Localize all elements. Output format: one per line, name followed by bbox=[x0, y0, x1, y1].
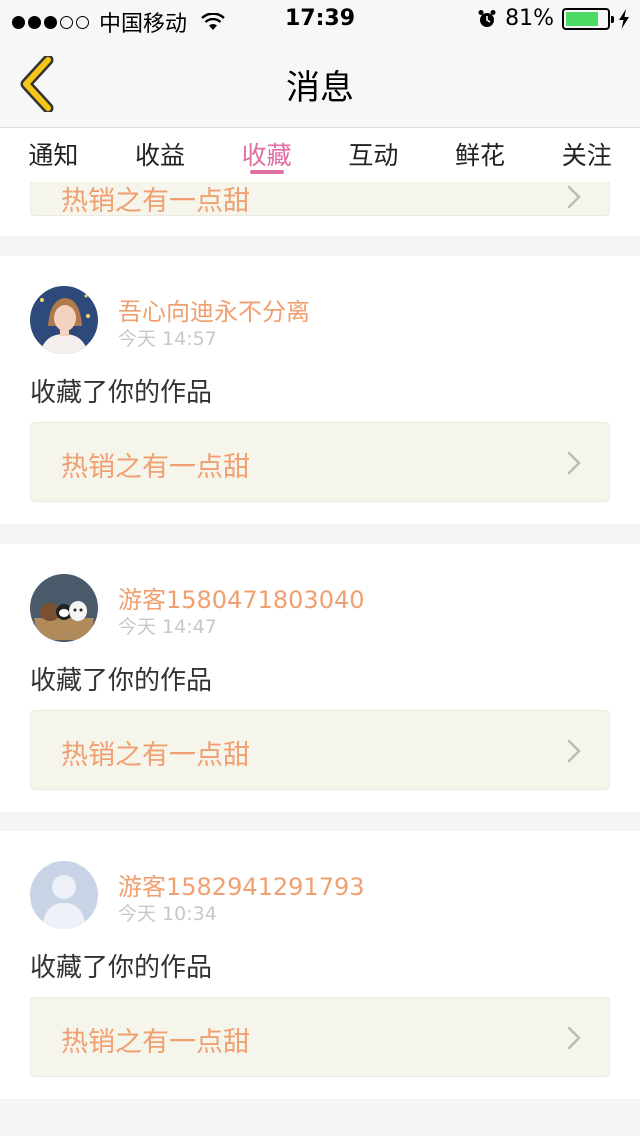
message-list[interactable]: 热销之有一点甜 吾心向迪永不分离 今天 14:57 收藏了你的作品 热销之有一点… bbox=[0, 182, 640, 1136]
chevron-right-icon bbox=[567, 1026, 581, 1050]
work-link[interactable]: 热销之有一点甜 bbox=[30, 710, 610, 790]
work-title: 热销之有一点甜 bbox=[61, 186, 250, 217]
action-text: 收藏了你的作品 bbox=[30, 953, 213, 983]
status-right: 81% bbox=[477, 6, 630, 31]
tab-flowers[interactable]: 鲜花 bbox=[427, 128, 534, 182]
timestamp: 今天 14:47 bbox=[118, 616, 217, 638]
page-title: 消息 bbox=[286, 68, 354, 108]
work-link[interactable]: 热销之有一点甜 bbox=[30, 422, 610, 502]
tab-earnings[interactable]: 收益 bbox=[107, 128, 214, 182]
list-item: 吾心向迪永不分离 今天 14:57 收藏了你的作品 热销之有一点甜 bbox=[0, 256, 640, 524]
charging-icon bbox=[619, 8, 629, 29]
work-title: 热销之有一点甜 bbox=[61, 452, 250, 483]
work-link[interactable]: 热销之有一点甜 bbox=[30, 182, 610, 217]
battery-percent: 81% bbox=[505, 6, 554, 31]
chevron-right-icon bbox=[567, 739, 581, 763]
username[interactable]: 游客1580471803040 bbox=[118, 580, 365, 615]
work-title: 热销之有一点甜 bbox=[61, 740, 250, 771]
active-tab-indicator bbox=[249, 170, 284, 174]
bears-avatar-icon[interactable] bbox=[30, 574, 98, 642]
tab-notifications[interactable]: 通知 bbox=[0, 128, 107, 182]
default-avatar-icon[interactable] bbox=[30, 861, 98, 929]
username[interactable]: 游客1582941291793 bbox=[118, 867, 365, 902]
username[interactable]: 吾心向迪永不分离 bbox=[118, 292, 310, 327]
battery-icon bbox=[562, 7, 614, 30]
list-item: 热销之有一点甜 bbox=[0, 182, 640, 236]
timestamp: 今天 10:34 bbox=[118, 903, 217, 925]
tab-bar: 通知 收益 收藏 互动 鲜花 关注 bbox=[0, 128, 640, 182]
action-text: 收藏了你的作品 bbox=[30, 666, 213, 696]
chevron-right-icon bbox=[567, 185, 581, 209]
work-link[interactable]: 热销之有一点甜 bbox=[30, 997, 610, 1077]
timestamp: 今天 14:57 bbox=[118, 328, 217, 350]
nav-bar: 消息 bbox=[0, 40, 640, 128]
list-item: 游客1580471803040 今天 14:47 收藏了你的作品 热销之有一点甜 bbox=[0, 544, 640, 812]
photo-avatar-icon[interactable] bbox=[30, 286, 98, 354]
alarm-icon bbox=[478, 9, 496, 27]
tab-favorites[interactable]: 收藏 bbox=[213, 128, 320, 182]
action-text: 收藏了你的作品 bbox=[30, 378, 213, 408]
list-item: 游客1582941291793 今天 10:34 收藏了你的作品 热销之有一点甜 bbox=[0, 831, 640, 1099]
tab-follows[interactable]: 关注 bbox=[533, 128, 640, 182]
status-bar: 中国移动 17:39 81% bbox=[0, 0, 640, 40]
work-title: 热销之有一点甜 bbox=[61, 1027, 250, 1058]
tab-interactions[interactable]: 互动 bbox=[320, 128, 427, 182]
chevron-right-icon bbox=[567, 451, 581, 475]
